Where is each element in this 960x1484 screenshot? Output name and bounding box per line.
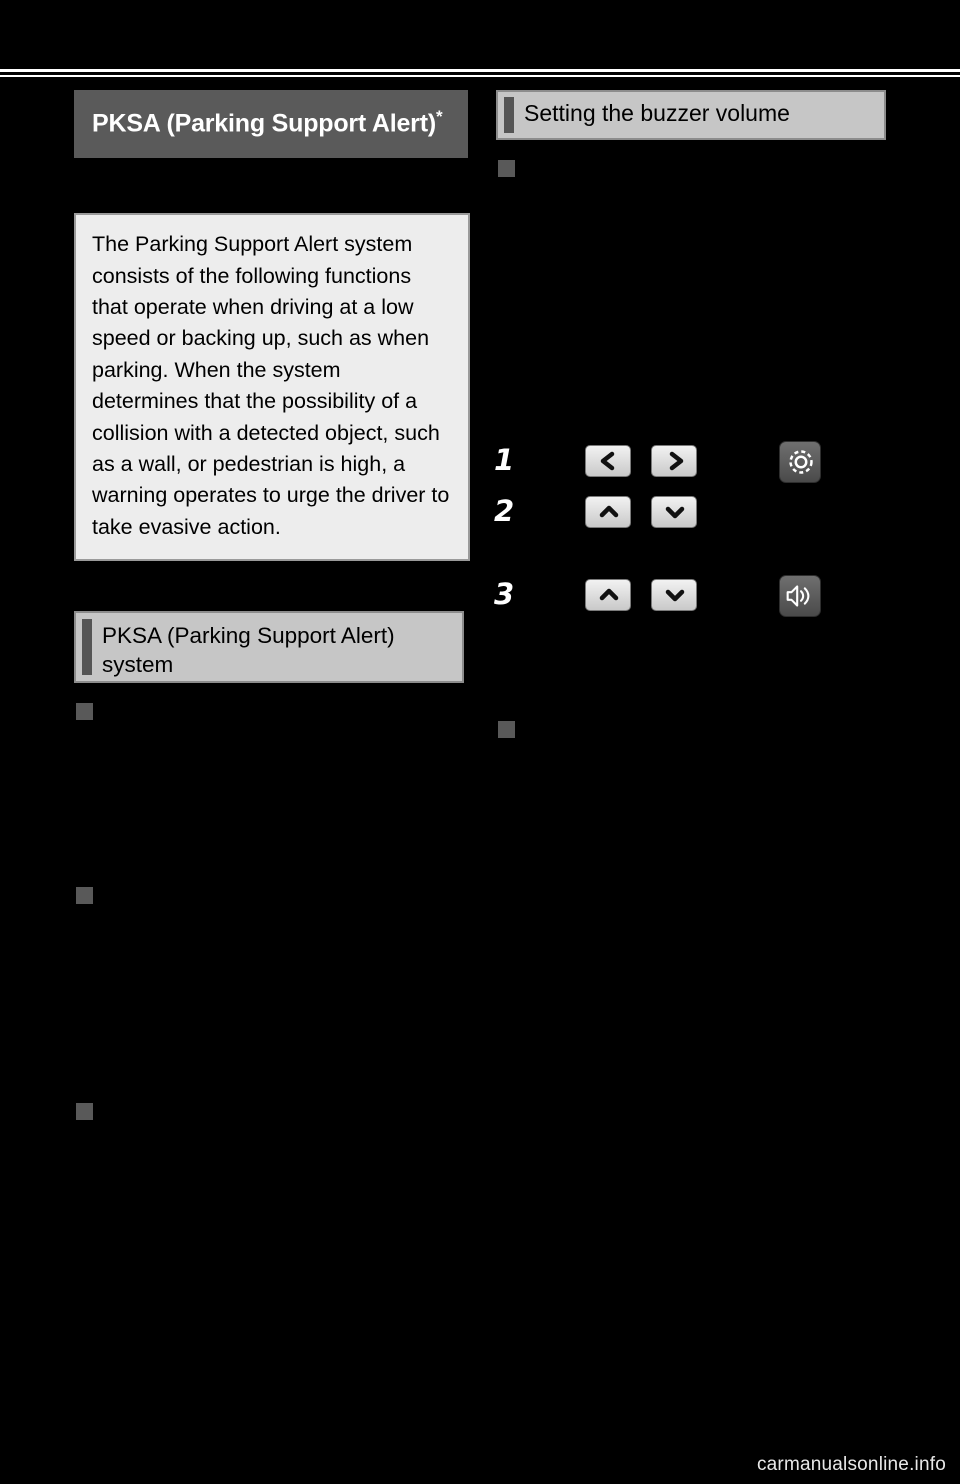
footnote-marker: * [435,107,443,126]
section-header-pksa-system: PKSA (Parking Support Alert) system [74,611,464,684]
step-number-1: 1 [494,443,515,477]
right-column: Setting the buzzer volume [496,90,888,140]
description-box: The Parking Support Alert system consist… [74,213,470,562]
chapter-title-text: PKSA (Parking Support Alert) [92,109,436,138]
header-rule-top [0,69,960,72]
down-arrow-button-step3[interactable] [651,579,697,611]
left-column: PKSA (Parking Support Alert)* The Parkin… [74,90,470,684]
section-header-accent-bar [82,619,92,676]
description-text: The Parking Support Alert system consist… [92,232,450,539]
right-arrow-button[interactable] [651,445,697,477]
subsection-bullet-2 [76,887,93,904]
up-arrow-button-step2[interactable] [585,496,631,528]
subsection-bullet-1 [76,703,93,720]
down-arrow-button-step2[interactable] [651,496,697,528]
speaker-volume-icon[interactable] [779,575,821,617]
step-number-3: 3 [494,577,515,611]
header-rule-bottom [0,75,960,77]
chapter-title: PKSA (Parking Support Alert)* [92,106,450,140]
manual-page: PKSA (Parking Support Alert)* The Parkin… [0,0,960,1484]
watermark: carmanualsonline.info [756,1454,946,1475]
section-header-accent-bar-right [504,97,514,133]
section-header-buzzer-volume: Setting the buzzer volume [496,90,886,140]
left-arrow-button[interactable] [585,445,631,477]
right-subsection-bullet-1 [498,160,515,177]
subsection-bullet-3 [76,1103,93,1120]
right-subsection-bullet-2 [498,721,515,738]
chapter-title-block: PKSA (Parking Support Alert)* [74,90,468,159]
section-header-pksa-system-label: PKSA (Parking Support Alert) system [102,623,395,678]
section-header-buzzer-volume-label: Setting the buzzer volume [524,100,790,126]
step-number-2: 2 [494,494,515,528]
gear-icon[interactable] [779,441,821,483]
up-arrow-button-step3[interactable] [585,579,631,611]
